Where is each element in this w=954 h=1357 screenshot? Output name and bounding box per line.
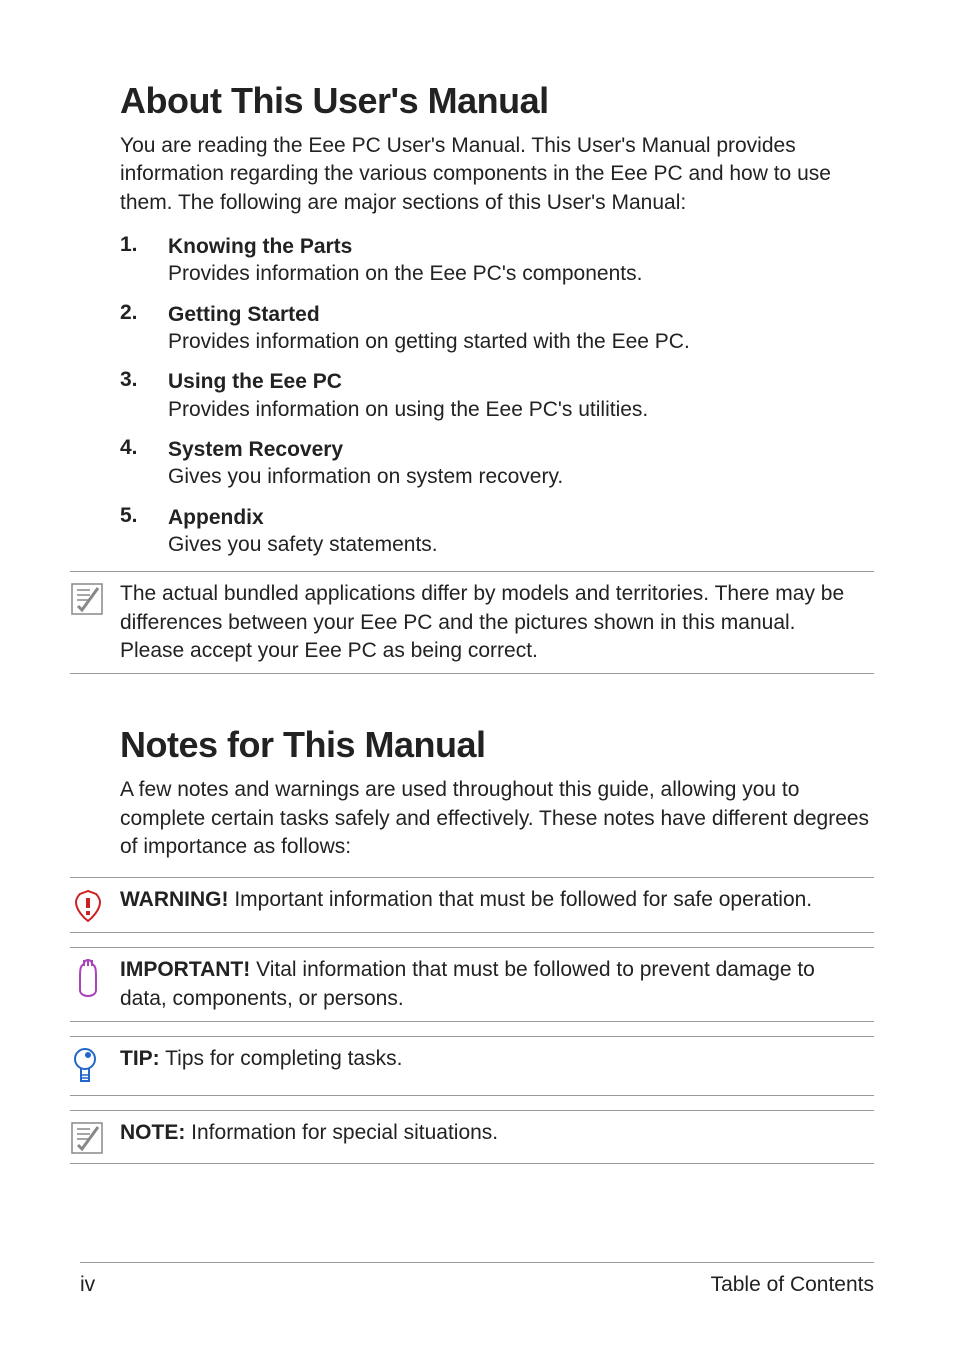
note-text-2: NOTE: Information for special situations… [120, 1119, 874, 1147]
section-list: 1. Knowing the Parts Provides informatio… [120, 233, 874, 559]
note-icon [70, 1119, 120, 1155]
important-icon [70, 956, 120, 998]
list-title: Getting Started [168, 301, 874, 328]
note-callout: The actual bundled applications differ b… [70, 571, 874, 674]
list-title: Knowing the Parts [168, 233, 874, 260]
intro-paragraph-2: A few notes and warnings are used throug… [120, 776, 874, 861]
list-desc: Gives you information on system recovery… [168, 463, 874, 491]
list-number: 4. [120, 436, 168, 492]
list-number: 3. [120, 368, 168, 424]
list-desc: Provides information on the Eee PC's com… [168, 260, 874, 288]
tip-callout: TIP: Tips for completing tasks. [70, 1036, 874, 1096]
warning-callout: WARNING! Important information that must… [70, 877, 874, 933]
list-title: Appendix [168, 504, 874, 531]
page-heading-1: About This User's Manual [120, 80, 874, 122]
important-label: IMPORTANT! [120, 958, 250, 981]
note-text: The actual bundled applications differ b… [120, 580, 874, 665]
tip-body: Tips for completing tasks. [160, 1047, 403, 1070]
list-desc: Gives you safety statements. [168, 531, 874, 559]
list-number: 5. [120, 504, 168, 560]
page-footer: iv Table of Contents [80, 1262, 874, 1297]
warning-icon [70, 886, 120, 924]
note-callout-2: NOTE: Information for special situations… [70, 1110, 874, 1164]
list-item: 1. Knowing the Parts Provides informatio… [120, 233, 874, 289]
warning-body: Important information that must be follo… [229, 888, 813, 911]
list-title: Using the Eee PC [168, 368, 874, 395]
list-title: System Recovery [168, 436, 874, 463]
important-text: IMPORTANT! Vital information that must b… [120, 956, 874, 1013]
list-desc: Provides information on using the Eee PC… [168, 396, 874, 424]
note-body: Information for special situations. [185, 1121, 498, 1144]
list-number: 1. [120, 233, 168, 289]
footer-label: Table of Contents [711, 1273, 874, 1297]
warning-label: WARNING! [120, 888, 229, 911]
tip-text: TIP: Tips for completing tasks. [120, 1045, 874, 1073]
list-desc: Provides information on getting started … [168, 328, 874, 356]
tip-label: TIP: [120, 1047, 160, 1070]
important-callout: IMPORTANT! Vital information that must b… [70, 947, 874, 1022]
list-number: 2. [120, 301, 168, 357]
warning-text: WARNING! Important information that must… [120, 886, 874, 914]
list-item: 5. Appendix Gives you safety statements. [120, 504, 874, 560]
list-item: 3. Using the Eee PC Provides information… [120, 368, 874, 424]
note-label: NOTE: [120, 1121, 185, 1144]
note-icon [70, 580, 120, 616]
page-number: iv [80, 1273, 95, 1297]
list-item: 2. Getting Started Provides information … [120, 301, 874, 357]
page-heading-2: Notes for This Manual [120, 724, 874, 766]
tip-icon [70, 1045, 120, 1087]
intro-paragraph-1: You are reading the Eee PC User's Manual… [120, 132, 874, 217]
list-item: 4. System Recovery Gives you information… [120, 436, 874, 492]
